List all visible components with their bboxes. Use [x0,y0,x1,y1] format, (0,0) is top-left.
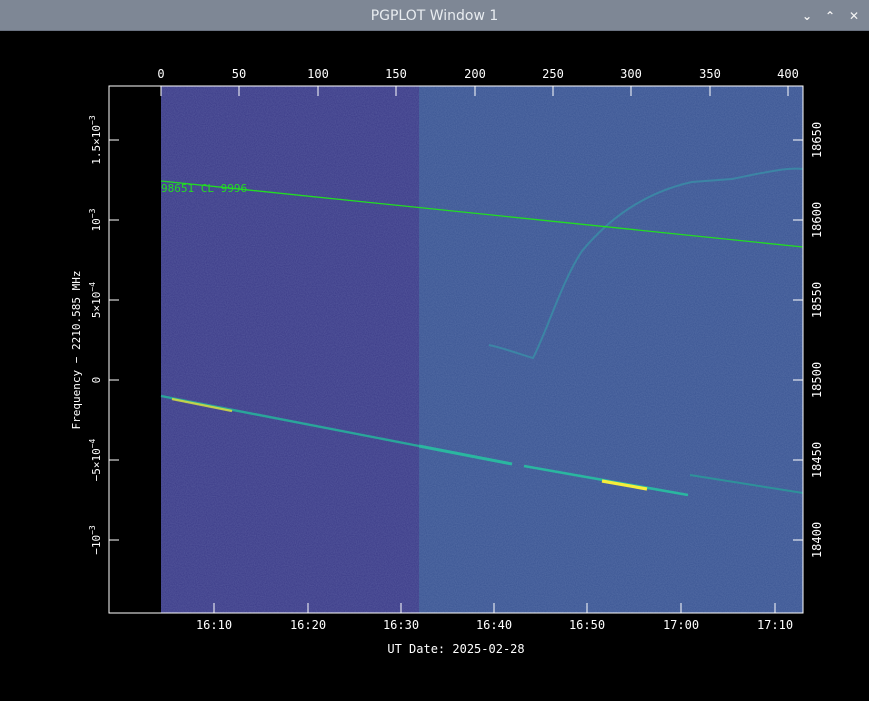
left-tick-label: 0 [90,377,103,384]
right-tick-label: 18450 [810,442,824,478]
bottom-tick-label: 16:40 [476,618,512,632]
bottom-tick-label: 16:10 [196,618,232,632]
right-tick-label: 18600 [810,202,824,238]
bottom-tick-label: 16:50 [569,618,605,632]
top-tick-label: 150 [385,67,407,81]
prediction-label: 98651 CL 9996 [161,182,247,195]
top-tick-label: 300 [620,67,642,81]
top-tick-label: 0 [157,67,164,81]
bottom-tick-label: 17:00 [663,618,699,632]
spectrogram-noise [161,86,803,613]
top-tick-label: 50 [232,67,246,81]
close-icon[interactable]: ✕ [845,7,863,25]
window-titlebar[interactable]: PGPLOT Window 1 ⌄ ⌃ ✕ [0,0,869,31]
spectrogram-plot: 98651 CL 9996 0 50 100 150 200 250 300 3… [70,67,824,656]
y-axis-label: Frequency − 2210.585 MHz [70,271,83,430]
minimize-icon[interactable]: ⌄ [798,7,816,25]
maximize-icon[interactable]: ⌃ [821,7,839,25]
left-tick-label: 10−3 [88,208,103,231]
bottom-axis-labels: 16:10 16:20 16:30 16:40 16:50 17:00 17:1… [196,618,793,632]
right-tick-label: 18650 [810,122,824,158]
left-tick-label: 1.5×10−3 [88,115,103,165]
right-tick-label: 18550 [810,282,824,318]
x-axis-label: UT Date: 2025-02-28 [387,642,524,656]
right-tick-label: 18500 [810,362,824,398]
plot-window-content: 98651 CL 9996 0 50 100 150 200 250 300 3… [2,31,867,697]
right-tick-label: 18400 [810,522,824,558]
left-tick-label: 5×10−4 [88,282,103,318]
no-data-region [109,86,161,613]
top-tick-label: 400 [777,67,799,81]
left-tick-label: −5×10−4 [88,438,103,481]
top-tick-label: 200 [464,67,486,81]
window-title: PGPLOT Window 1 [370,8,499,24]
left-tick-label: −10−3 [88,525,103,555]
right-axis-labels: 18650 18600 18550 18500 18450 18400 [810,122,824,558]
top-tick-label: 350 [699,67,721,81]
bottom-tick-label: 16:20 [290,618,326,632]
top-axis-labels: 0 50 100 150 200 250 300 350 400 [157,67,798,81]
top-tick-label: 250 [542,67,564,81]
top-tick-label: 100 [307,67,329,81]
bottom-tick-label: 16:30 [383,618,419,632]
bottom-tick-label: 17:10 [757,618,793,632]
left-axis-labels: 1.5×10−3 10−3 5×10−4 0 −5×10−4 −10−3 [88,115,103,555]
